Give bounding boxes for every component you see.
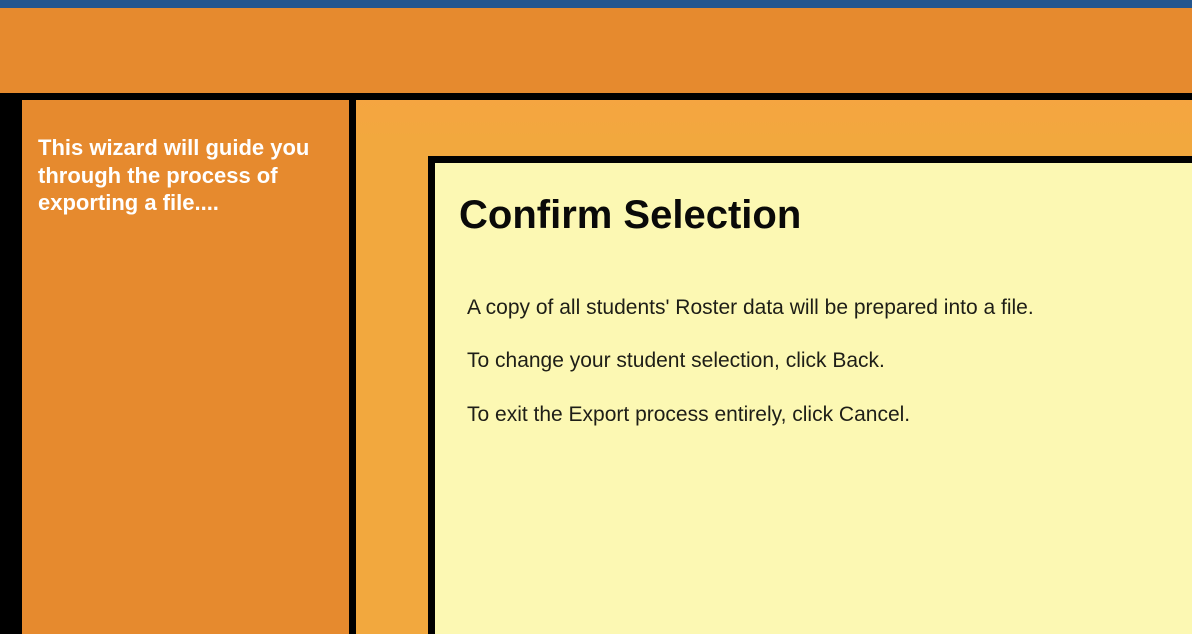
main-content-area: Confirm Selection A copy of all students… — [356, 100, 1192, 634]
panel-heading: Confirm Selection — [459, 193, 1158, 238]
main-layout: This wizard will guide you through the p… — [0, 100, 1192, 634]
wizard-sidebar: This wizard will guide you through the p… — [22, 100, 356, 634]
panel-info-line-3: To exit the Export process entirely, cli… — [459, 401, 1158, 428]
panel-info-line-1: A copy of all students' Roster data will… — [459, 294, 1158, 321]
panel-info-line-2: To change your student selection, click … — [459, 347, 1158, 374]
left-border — [0, 100, 22, 634]
confirm-panel: Confirm Selection A copy of all students… — [428, 156, 1192, 634]
header-bar — [0, 8, 1192, 100]
wizard-description: This wizard will guide you through the p… — [38, 134, 323, 217]
top-accent-bar — [0, 0, 1192, 8]
